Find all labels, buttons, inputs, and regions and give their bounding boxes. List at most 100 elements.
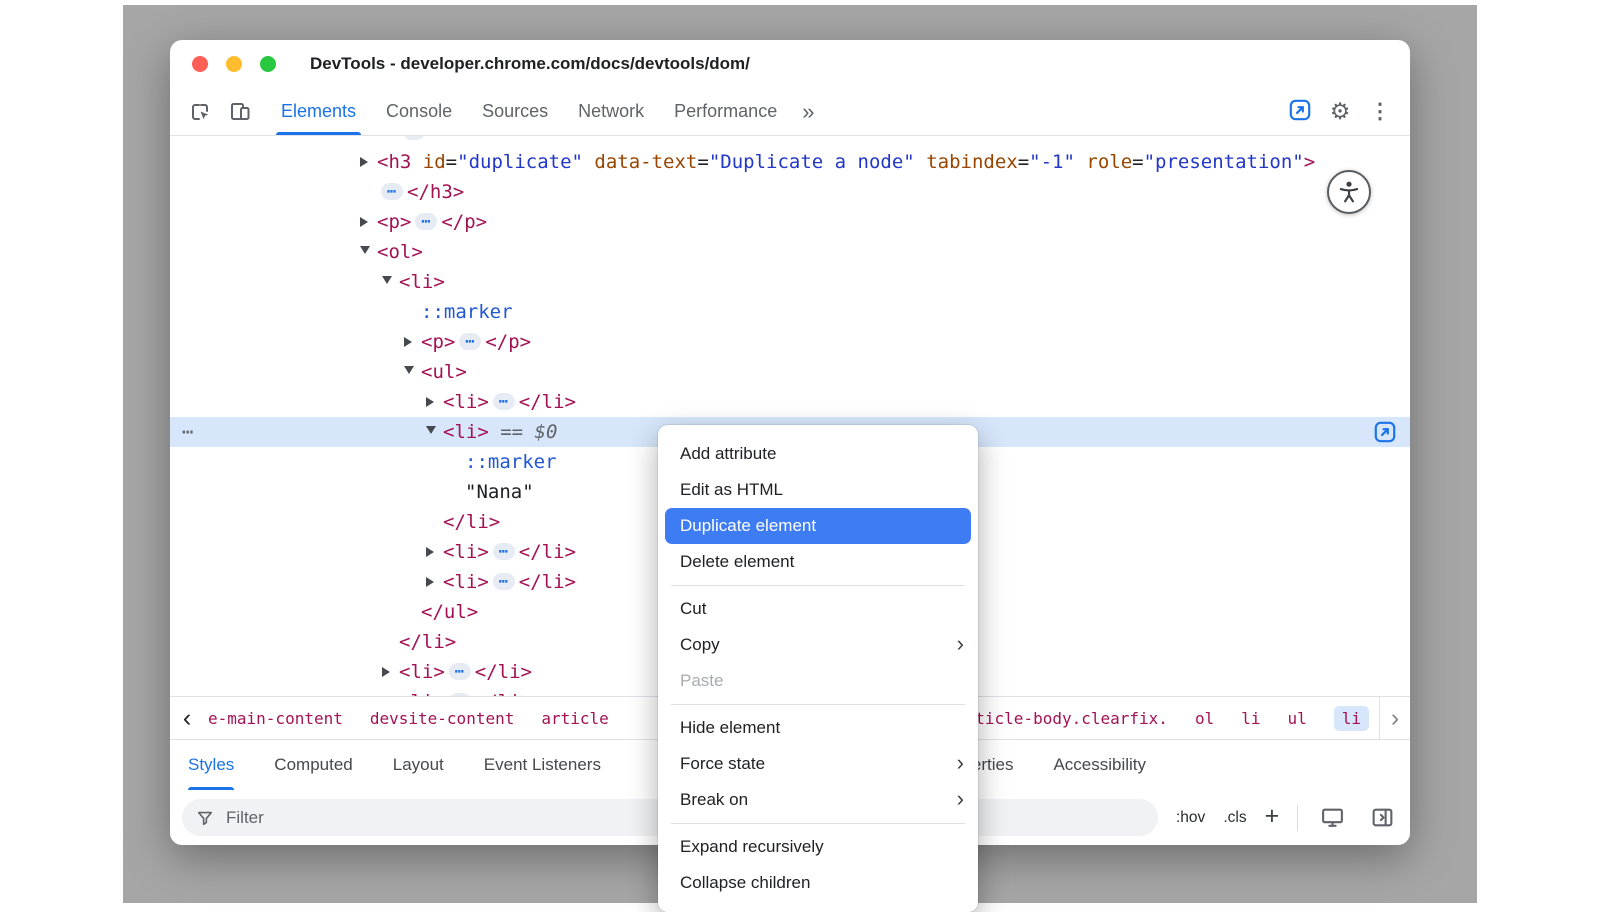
menu-separator [671, 823, 965, 824]
code-tag: </li> [519, 541, 576, 563]
expand-arrow-icon[interactable] [360, 207, 377, 237]
accessibility-overlay-button[interactable] [1327, 170, 1371, 214]
code-attr-name: id [423, 151, 446, 173]
tab-layout[interactable]: Layout [393, 740, 444, 790]
breadcrumb-item-selected[interactable]: li [1334, 706, 1369, 731]
menu-item-hide-element[interactable]: Hide element [658, 710, 978, 746]
new-style-rule-icon[interactable]: + [1265, 802, 1280, 831]
expand-arrow-icon[interactable] [426, 387, 443, 417]
menu-item-paste: Paste [658, 663, 978, 699]
breadcrumb-item[interactable]: ol [1195, 709, 1214, 728]
menu-item-expand-recursively[interactable]: Expand recursively [658, 829, 978, 865]
breadcrumb-scroll-left-icon[interactable]: ‹ [170, 697, 204, 739]
dom-tree-row[interactable]: <p>⋯</p> [170, 207, 1410, 237]
breadcrumb-scroll-right-icon[interactable]: › [1379, 697, 1410, 739]
code-tag: </li> [519, 391, 576, 413]
menu-item-cut[interactable]: Cut [658, 591, 978, 627]
element-classes-button[interactable]: .cls [1223, 809, 1246, 827]
toggle-element-state-button[interactable]: :hov [1176, 809, 1205, 827]
selected-element-adorner-icon[interactable] [1372, 419, 1398, 445]
inspect-icon[interactable] [180, 91, 220, 133]
kebab-menu-icon[interactable]: ⋮ [1360, 91, 1400, 133]
devtools-toolbar: ElementsConsoleSourcesNetworkPerformance… [170, 88, 1410, 136]
code-dollar-ref: $0 [535, 421, 558, 443]
tab-performance[interactable]: Performance [659, 88, 792, 135]
pick-element-icon[interactable] [1280, 91, 1320, 133]
tab-network[interactable]: Network [563, 88, 659, 135]
tab-elements[interactable]: Elements [266, 88, 371, 135]
inline-expand-icon[interactable]: ⋯ [403, 136, 425, 140]
inline-expand-icon[interactable]: ⋯ [415, 213, 437, 230]
tab-accessibility[interactable]: Accessibility [1053, 740, 1146, 790]
expand-arrow-icon[interactable] [404, 327, 421, 357]
code-tag: </p> [485, 331, 531, 353]
breadcrumb-item[interactable]: devsite-content [370, 709, 515, 728]
tab-sources[interactable]: Sources [467, 88, 563, 135]
zoom-window-button[interactable] [260, 56, 276, 72]
inline-expand-icon[interactable]: ⋯ [381, 183, 403, 200]
breadcrumb-item[interactable]: rticle-body.clearfix. [966, 709, 1168, 728]
collapse-arrow-icon[interactable] [382, 267, 399, 297]
code-punct: = [446, 151, 457, 173]
inline-expand-icon[interactable]: ⋯ [493, 393, 515, 410]
code-attr-value: "-1" [1029, 151, 1075, 173]
inline-expand-icon[interactable]: ⋯ [449, 663, 471, 680]
settings-gear-icon[interactable]: ⚙ [1320, 91, 1360, 133]
tab-computed[interactable]: Computed [274, 740, 352, 790]
breadcrumb-item[interactable]: ul [1287, 709, 1306, 728]
breadcrumb-item[interactable]: e-main-content [208, 709, 343, 728]
pick-element-glyph [1287, 97, 1313, 126]
dom-tree-row[interactable]: ::marker [170, 297, 1410, 327]
rendering-emulations-icon[interactable] [1316, 800, 1348, 836]
row-overflow-dots[interactable]: ⋯ [182, 417, 194, 447]
dom-tree-row[interactable]: ⋯ [170, 136, 1410, 147]
menu-item-break-on[interactable]: Break on› [658, 782, 978, 818]
expand-arrow-icon[interactable] [382, 687, 399, 696]
dom-tree-row[interactable]: ⋯</h3> [170, 177, 1410, 207]
dom-tree-row[interactable]: <h3 id="duplicate" data-text="Duplicate … [170, 147, 1410, 177]
minimize-window-button[interactable] [226, 56, 242, 72]
breadcrumb-item[interactable]: article [541, 709, 608, 728]
tab-event-listeners[interactable]: Event Listeners [484, 740, 601, 790]
menu-item-copy[interactable]: Copy› [658, 627, 978, 663]
expand-arrow-icon[interactable] [426, 567, 443, 597]
collapse-arrow-icon[interactable] [426, 417, 443, 447]
code-attr-value: "presentation" [1144, 151, 1304, 173]
expand-arrow-icon[interactable] [382, 657, 399, 687]
menu-item-delete-element[interactable]: Delete element [658, 544, 978, 580]
inline-expand-icon[interactable]: ⋯ [493, 573, 515, 590]
menu-item-edit-as-html[interactable]: Edit as HTML [658, 472, 978, 508]
device-toolbar-icon[interactable] [220, 91, 260, 133]
code-text-node: "Nana" [465, 481, 534, 503]
tab-console[interactable]: Console [371, 88, 467, 135]
dom-tree-row[interactable]: <ol> [170, 237, 1410, 267]
code-tag: </ul> [421, 601, 478, 623]
dom-tree-row[interactable]: <li>⋯</li> [170, 387, 1410, 417]
inline-expand-icon[interactable]: ⋯ [459, 333, 481, 350]
expand-arrow-icon[interactable] [360, 147, 377, 177]
more-tabs-icon[interactable]: » [792, 90, 824, 134]
collapse-arrow-icon[interactable] [360, 237, 377, 267]
code-pseudo-element: ::marker [421, 301, 513, 323]
menu-item-force-state[interactable]: Force state› [658, 746, 978, 782]
toggle-sidebar-icon[interactable] [1366, 800, 1398, 836]
code-tag: </li> [475, 661, 532, 683]
code-tag: <li> [399, 691, 445, 696]
close-window-button[interactable] [192, 56, 208, 72]
inline-expand-icon[interactable]: ⋯ [449, 693, 471, 696]
dom-tree-row[interactable]: <li> [170, 267, 1410, 297]
code-tag: <h3 [377, 151, 411, 173]
dom-tree-row[interactable]: <p>⋯</p> [170, 327, 1410, 357]
breadcrumb-item[interactable]: li [1241, 709, 1260, 728]
tab-styles[interactable]: Styles [188, 740, 234, 790]
window-titlebar: DevTools - developer.chrome.com/docs/dev… [170, 40, 1410, 88]
menu-item-duplicate-element[interactable]: Duplicate element [665, 508, 971, 544]
dom-tree-row[interactable]: <ul> [170, 357, 1410, 387]
menu-item-add-attribute[interactable]: Add attribute [658, 436, 978, 472]
inline-expand-icon[interactable]: ⋯ [493, 543, 515, 560]
expand-arrow-icon[interactable] [426, 537, 443, 567]
code-tag: </p> [441, 211, 487, 233]
code-punct: = [1132, 151, 1143, 173]
collapse-arrow-icon[interactable] [404, 357, 421, 387]
menu-item-collapse-children[interactable]: Collapse children [658, 865, 978, 901]
